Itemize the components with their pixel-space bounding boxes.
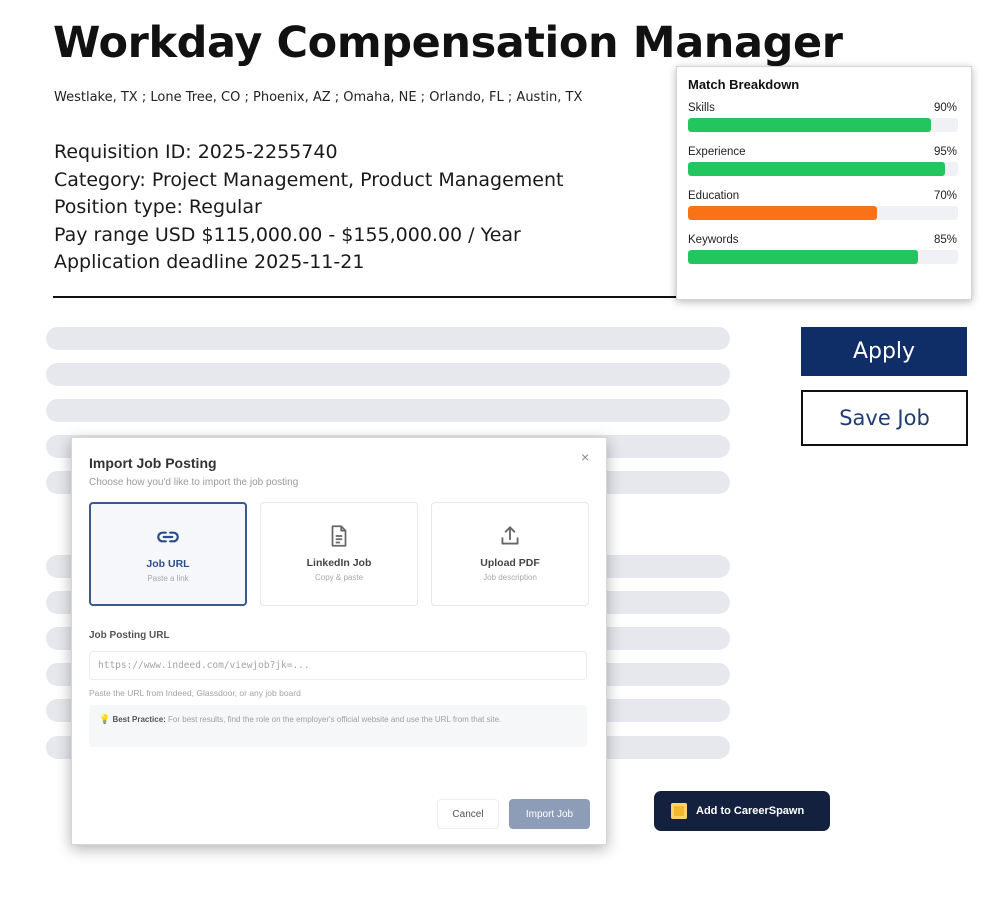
- lightbulb-icon: 💡: [99, 714, 111, 724]
- match-metric-keywords: Keywords 85%: [688, 234, 958, 264]
- job-url-option[interactable]: Job URL Paste a link: [89, 502, 247, 606]
- link-icon: [157, 531, 179, 543]
- close-icon[interactable]: ×: [581, 449, 589, 465]
- option-label: Upload PDF: [480, 557, 540, 569]
- tip-lead: Best Practice:: [112, 715, 166, 724]
- pay-range: Pay range USD $115,000.00 - $155,000.00 …: [54, 223, 521, 246]
- metric-label: Experience: [688, 146, 746, 158]
- header-divider: [53, 296, 743, 298]
- requisition-id: Requisition ID: 2025-2255740: [54, 141, 338, 163]
- import-job-modal: Import Job Posting Choose how you'd like…: [71, 437, 607, 845]
- metric-value: 95%: [933, 146, 957, 158]
- document-icon: [331, 525, 347, 547]
- option-label: LinkedIn Job: [306, 557, 372, 569]
- metric-bar: [688, 250, 918, 264]
- tip-text: For best results, find the role on the e…: [165, 715, 502, 724]
- skeleton-line: [46, 363, 730, 386]
- metric-track: [688, 118, 958, 132]
- option-label: Job URL: [146, 558, 190, 570]
- modal-subtitle: Choose how you'd like to import the job …: [89, 477, 299, 488]
- metric-bar: [688, 118, 931, 132]
- metric-track: [688, 162, 958, 176]
- match-breakdown-title: Match Breakdown: [688, 77, 800, 92]
- apply-button[interactable]: Apply: [801, 327, 967, 376]
- metric-value: 70%: [933, 190, 957, 202]
- option-description: Paste a link: [147, 574, 189, 583]
- metric-value: 85%: [933, 234, 957, 246]
- metric-value: 90%: [933, 102, 957, 114]
- application-deadline: Application deadline 2025-11-21: [54, 251, 365, 273]
- match-metric-skills: Skills 90%: [688, 102, 958, 132]
- skeleton-line: [46, 399, 730, 422]
- metric-bar: [688, 206, 877, 220]
- position-type: Position type: Regular: [54, 196, 262, 218]
- option-description: Job description: [483, 573, 537, 582]
- job-title: Workday Compensation Manager: [53, 18, 843, 68]
- match-metric-experience: Experience 95%: [688, 146, 958, 176]
- best-practice-tip: 💡 Best Practice: For best results, find …: [89, 705, 587, 747]
- careerspawn-logo-icon: [671, 803, 687, 819]
- match-metric-education: Education 70%: [688, 190, 958, 220]
- job-locations: Westlake, TX ; Lone Tree, CO ; Phoenix, …: [54, 90, 583, 105]
- url-help-text: Paste the URL from Indeed, Glassdoor, or…: [89, 688, 301, 698]
- careerspawn-button-label: Add to CareerSpawn: [696, 805, 805, 817]
- metric-label: Education: [688, 190, 740, 202]
- skeleton-line: [46, 327, 730, 350]
- match-breakdown-card: Match Breakdown Skills 90% Experience 95…: [676, 66, 972, 300]
- job-posting-url-label: Job Posting URL: [89, 630, 170, 641]
- metric-label: Keywords: [688, 234, 739, 246]
- metric-label: Skills: [688, 102, 715, 114]
- import-job-button[interactable]: Import Job: [509, 799, 590, 829]
- job-details: Requisition ID: 2025-2255740 Category: P…: [54, 139, 563, 277]
- job-category: Category: Project Management, Product Ma…: [54, 168, 564, 191]
- cancel-button[interactable]: Cancel: [437, 799, 499, 829]
- metric-track: [688, 206, 958, 220]
- job-posting-url-input[interactable]: [89, 651, 587, 680]
- upload-icon: [501, 526, 519, 545]
- metric-bar: [688, 162, 945, 176]
- add-to-careerspawn-button[interactable]: Add to CareerSpawn: [654, 791, 830, 831]
- modal-title: Import Job Posting: [89, 455, 217, 471]
- option-description: Copy & paste: [314, 573, 364, 582]
- linkedin-job-option[interactable]: LinkedIn Job Copy & paste: [260, 502, 418, 606]
- upload-pdf-option[interactable]: Upload PDF Job description: [431, 502, 589, 606]
- save-job-button[interactable]: Save Job: [801, 390, 968, 446]
- metric-track: [688, 250, 958, 264]
